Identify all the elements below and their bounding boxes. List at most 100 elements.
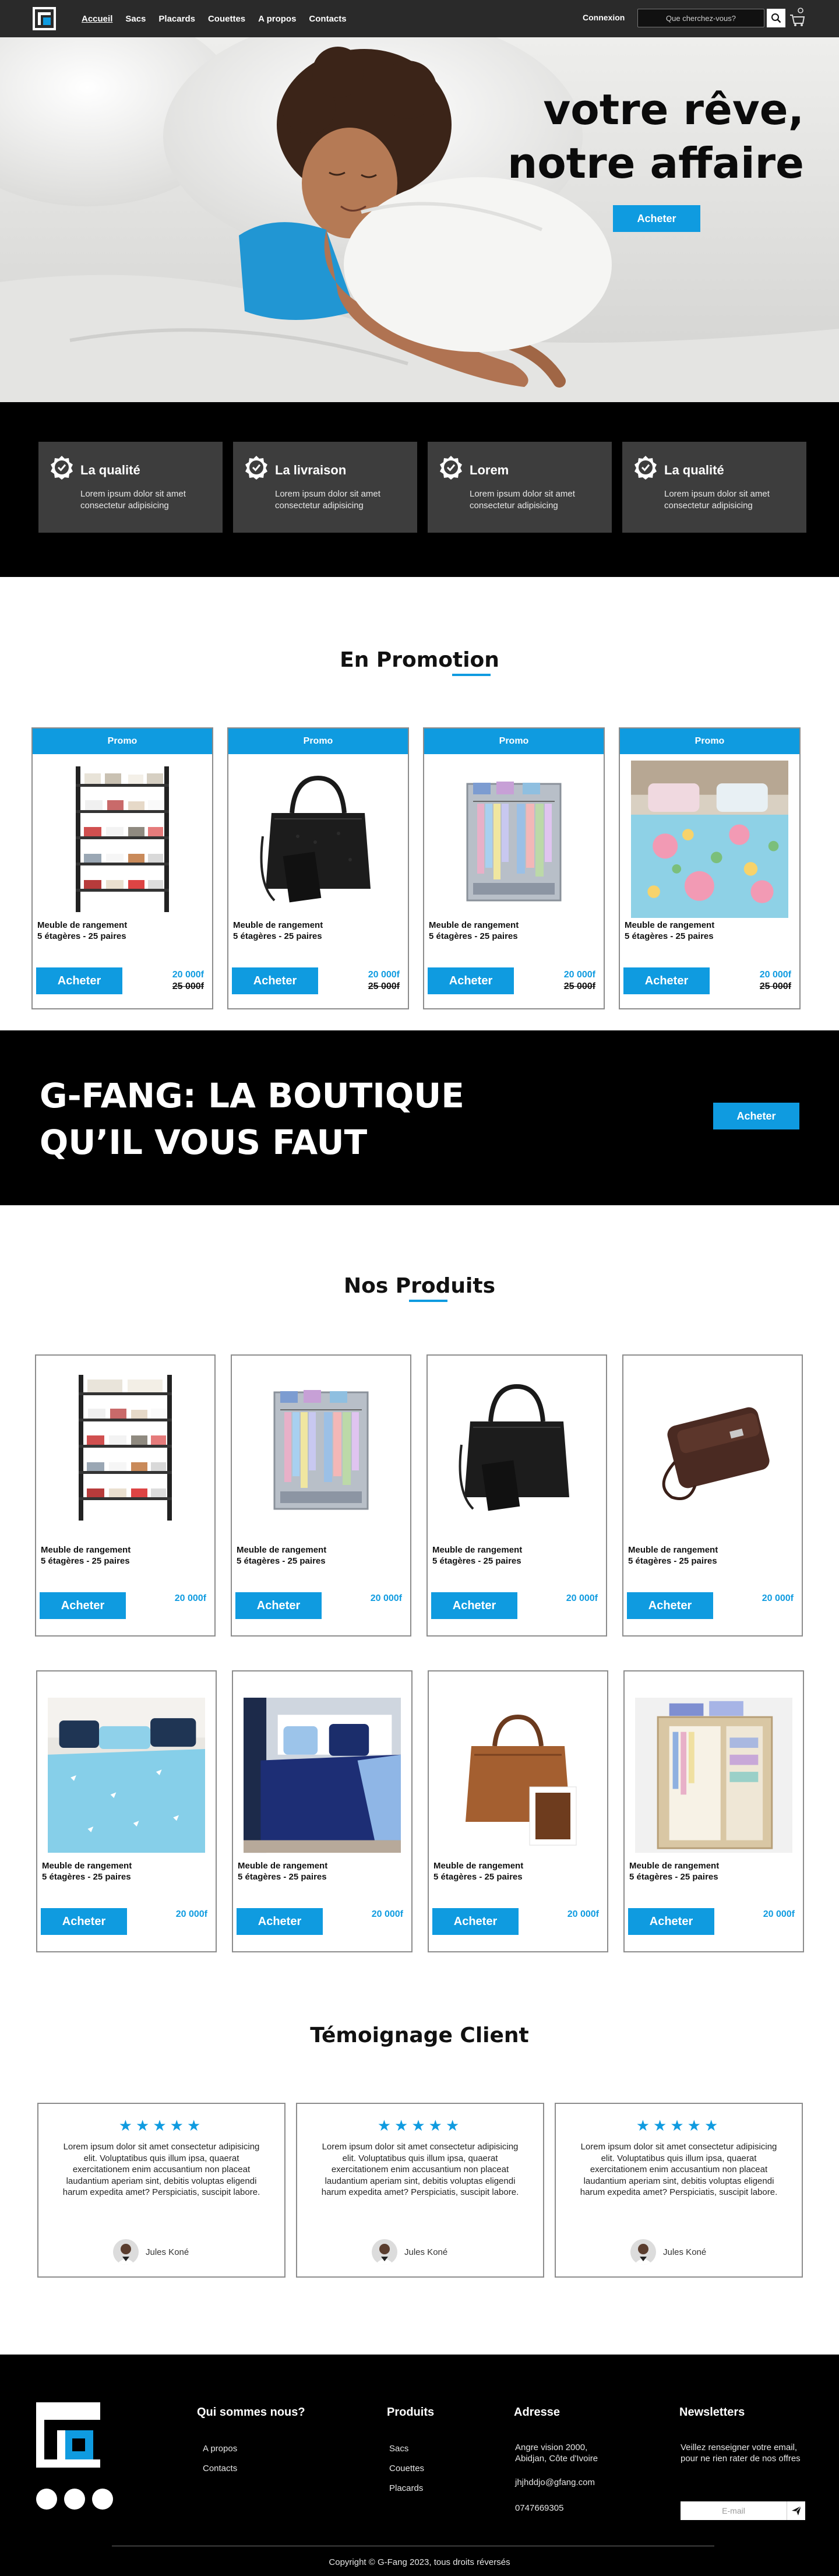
banner-title-line2: QU’IL VOUS FAUT — [40, 1122, 368, 1162]
product-name-line1: Meuble de rangement — [42, 1861, 132, 1871]
buy-button[interactable]: Acheter — [428, 967, 514, 994]
fabric-wardrobe-image[interactable] — [435, 758, 593, 921]
black-handbag-image[interactable] — [239, 758, 397, 921]
footer-about-title: Qui sommes nous? — [197, 2406, 305, 2419]
g-fang-logo-icon[interactable] — [33, 7, 56, 30]
promo-card: Promo Meuble de rangement 5 étagères - 2… — [31, 727, 213, 1009]
footer-link-couettes[interactable]: Couettes — [389, 2463, 424, 2474]
footer-link-placards[interactable]: Placards — [389, 2483, 423, 2494]
nav-link-sacs[interactable]: Sacs — [125, 14, 146, 24]
product-name: Meuble de rangement 5 étagères - 25 pair… — [429, 920, 519, 942]
footer-address-line1: Angre vision 2000, — [515, 2443, 588, 2452]
g-fang-logo-icon[interactable] — [36, 2402, 100, 2468]
newsletter-send-button[interactable] — [787, 2501, 805, 2520]
shoe-rack-image[interactable] — [47, 1366, 204, 1529]
products-title: Nos Produits — [343, 1274, 496, 1298]
feature-title: La qualité — [664, 463, 724, 477]
testimonial-card: ★★★★★ Lorem ipsum dolor sit amet consect… — [296, 2103, 544, 2278]
navy-duvet-image[interactable] — [244, 1696, 401, 1854]
floral-duvet-image[interactable] — [631, 758, 788, 921]
search-input[interactable] — [637, 9, 764, 27]
buy-button[interactable]: Acheter — [232, 967, 318, 994]
shoe-rack-image[interactable] — [44, 758, 201, 921]
product-name: Meuble de rangement 5 étagères - 25 pair… — [238, 1860, 327, 1882]
buy-button[interactable]: Acheter — [36, 967, 122, 994]
shopping-cart-icon[interactable] — [789, 7, 805, 27]
rating-stars: ★★★★★ — [636, 2117, 722, 2134]
brown-leather-bag-image[interactable] — [439, 1696, 597, 1854]
product-old-price: 25 000f — [563, 981, 595, 991]
brown-clutch-image[interactable] — [634, 1366, 791, 1529]
connexion-link[interactable]: Connexion — [583, 13, 625, 22]
product-name-line1: Meuble de rangement — [629, 1861, 720, 1871]
product-price: 20 000f — [763, 1909, 795, 1919]
hero-buy-button[interactable]: Acheter — [613, 205, 700, 232]
feature-text: Lorem ipsum dolor sit amet consectetur a… — [664, 489, 770, 511]
promotion-title: En Promotion — [340, 648, 499, 672]
promotion-title-underline — [452, 674, 491, 676]
footer-link-apropos[interactable]: A propos — [203, 2443, 237, 2454]
nav-link-contacts[interactable]: Contacts — [309, 14, 346, 24]
social-facebook-icon[interactable] — [36, 2489, 57, 2510]
buy-button[interactable]: Acheter — [628, 1908, 714, 1935]
product-price: 20 000f — [566, 1593, 598, 1603]
footer-link-sacs[interactable]: Sacs — [389, 2443, 408, 2454]
feature-text: Lorem ipsum dolor sit amet consectetur a… — [80, 489, 186, 511]
nav-link-placards[interactable]: Placards — [158, 14, 195, 24]
product-name: Meuble de rangement 5 étagères - 25 pair… — [433, 1860, 523, 1882]
social-twitter-icon[interactable] — [64, 2489, 85, 2510]
feature-card-delivery: La livraison Lorem ipsum dolor sit amet … — [233, 442, 417, 533]
nav-link-accueil[interactable]: Accueil — [82, 14, 112, 24]
product-card: Meuble de rangement 5 étagères - 25 pair… — [426, 1354, 607, 1637]
product-name-line2: 5 étagères - 25 paires — [41, 1556, 130, 1566]
product-name-line2: 5 étagères - 25 paires — [432, 1556, 521, 1566]
product-name: Meuble de rangement 5 étagères - 25 pair… — [37, 920, 127, 942]
product-card: Meuble de rangement 5 étagères - 25 pair… — [231, 1354, 411, 1637]
badge-check-icon — [51, 456, 73, 480]
product-name-line2: 5 étagères - 25 paires — [625, 931, 714, 941]
product-card: Meuble de rangement 5 étagères - 25 pair… — [36, 1670, 217, 1952]
product-price: 20 000f — [762, 1593, 794, 1603]
testimonial-text: Lorem ipsum dolor sit amet consectetur a… — [62, 2142, 260, 2197]
beige-wardrobe-image[interactable] — [635, 1696, 792, 1854]
footer-link-contacts[interactable]: Contacts — [203, 2463, 237, 2474]
buy-button[interactable]: Acheter — [432, 1908, 519, 1935]
product-name-line2: 5 étagères - 25 paires — [42, 1872, 131, 1882]
testimonial-author: Jules Koné — [146, 2247, 189, 2257]
product-name-line1: Meuble de rangement — [233, 920, 323, 930]
newsletter-email-input[interactable] — [681, 2501, 787, 2520]
promo-badge: Promo — [424, 729, 604, 754]
product-name-line1: Meuble de rangement — [429, 920, 519, 930]
buy-button[interactable]: Acheter — [40, 1592, 126, 1619]
blue-duvet-image[interactable] — [48, 1696, 205, 1854]
promo-card: Promo Meuble de rangement 5 étagères - 2… — [423, 727, 605, 1009]
black-handbag-image[interactable] — [438, 1366, 595, 1529]
product-price: 20 000f — [368, 970, 400, 980]
product-old-price: 25 000f — [172, 981, 204, 991]
product-card: Meuble de rangement 5 étagères - 25 pair… — [428, 1670, 608, 1952]
footer-products-title: Produits — [387, 2406, 435, 2419]
social-instagram-icon[interactable] — [92, 2489, 113, 2510]
nav-link-couettes[interactable]: Couettes — [208, 14, 245, 24]
nav-link-apropos[interactable]: A propos — [258, 14, 296, 24]
avatar — [113, 2239, 139, 2265]
footer-address-title: Adresse — [514, 2406, 560, 2419]
testimonial-text: Lorem ipsum dolor sit amet consectetur a… — [321, 2142, 519, 2197]
buy-button[interactable]: Acheter — [237, 1908, 323, 1935]
buy-button[interactable]: Acheter — [431, 1592, 517, 1619]
fabric-wardrobe-image[interactable] — [242, 1366, 400, 1529]
product-name: Meuble de rangement 5 étagères - 25 pair… — [628, 1544, 718, 1567]
buy-button[interactable]: Acheter — [623, 967, 710, 994]
product-price: 20 000f — [567, 1909, 599, 1919]
feature-text: Lorem ipsum dolor sit amet consectetur a… — [470, 489, 575, 511]
buy-button[interactable]: Acheter — [627, 1592, 713, 1619]
footer-email-link[interactable]: jhjhddjo@gfang.com — [515, 2477, 595, 2488]
banner-title: G-FANG: LA BOUTIQUE QU’IL VOUS FAUT — [40, 1072, 464, 1166]
buy-button[interactable]: Acheter — [41, 1908, 127, 1935]
banner-buy-button[interactable]: Acheter — [713, 1103, 799, 1129]
testimonial-author: Jules Koné — [663, 2247, 707, 2257]
buy-button[interactable]: Acheter — [235, 1592, 322, 1619]
product-name: Meuble de rangement 5 étagères - 25 pair… — [237, 1544, 326, 1567]
search-button[interactable] — [767, 9, 785, 27]
product-price: 20 000f — [759, 970, 791, 980]
